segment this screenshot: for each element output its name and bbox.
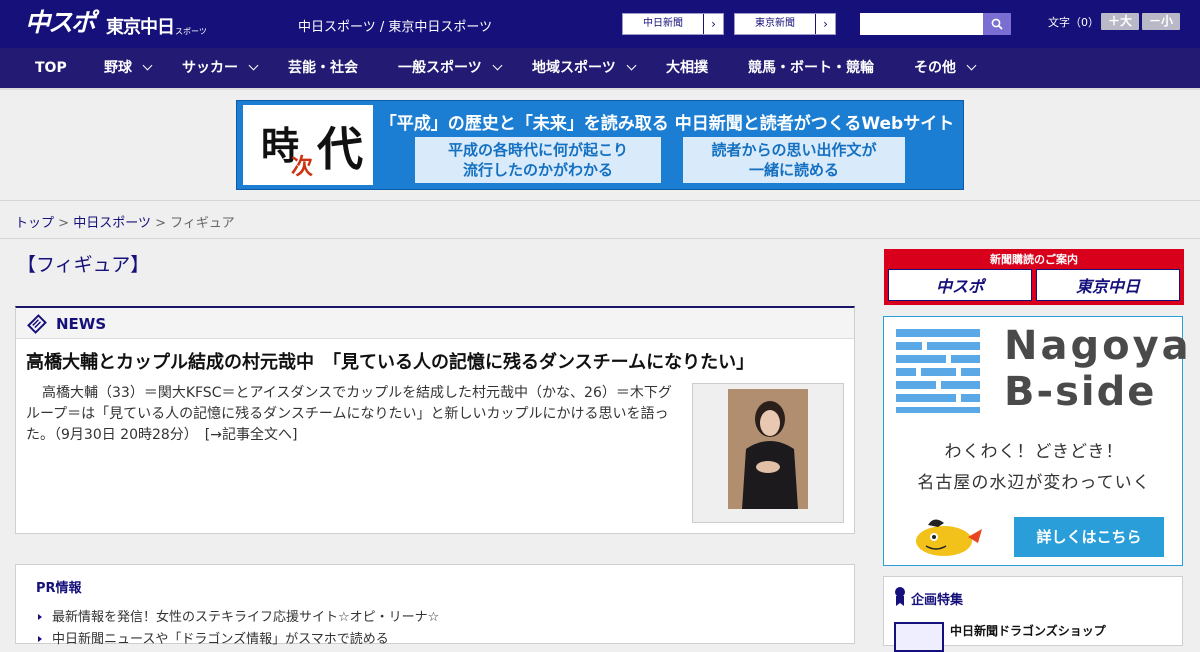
logo-tokyo-chunichi: 東京中日 xyxy=(106,17,175,38)
search-icon xyxy=(991,18,1003,30)
nav-racing-label: 競馬・ボート・競輪 xyxy=(748,60,874,76)
bside-copy-line1: わくわく！どきどき！ xyxy=(944,442,1124,462)
chevron-down-icon xyxy=(626,60,637,71)
chevron-right-icon: › xyxy=(815,14,835,34)
news-headline[interactable]: 高橋大輔とカップル結成の村元哉中 「見ている人の記憶に残るダンスチームになりたい… xyxy=(26,348,754,374)
bside-title-bside: B-side xyxy=(1004,369,1157,415)
special-features-section: 企画特集 中日新聞ドラゴンズショップ xyxy=(883,576,1183,652)
news-label: NEWS xyxy=(56,315,107,333)
nav-top-label: TOP xyxy=(35,60,67,76)
bside-copy-line2: 名古屋の水辺が変わっていく xyxy=(917,473,1151,493)
banner-box-history-line2: 流行したのかがわかる xyxy=(462,161,613,179)
nav-local-sports[interactable]: 地域スポーツ xyxy=(532,48,637,89)
search-input[interactable] xyxy=(860,13,983,35)
bside-details-button: 詳しくはこちら xyxy=(1014,517,1164,557)
subscribe-tokyo-chunichi-button[interactable]: 東京中日 xyxy=(1036,269,1180,301)
chunichi-shimbun-button[interactable]: 中日新聞 › xyxy=(622,13,724,35)
banner-box-history-line1: 平成の各時代に何が起こり xyxy=(447,141,628,159)
banner-box-essays-line2: 一緒に読める xyxy=(748,161,839,179)
nav-sumo[interactable]: 大相撲 xyxy=(666,48,708,89)
pr-section: PR情報 最新情報を発信！女性のステキライフ応援サイト☆オピ・リーナ☆ 中日新聞… xyxy=(15,564,855,647)
news-thumbnail[interactable] xyxy=(692,383,844,523)
news-section: NEWS 高橋大輔とカップル結成の村元哉中 「見ている人の記憶に残るダンスチーム… xyxy=(15,306,855,534)
nav-general-sports-label: 一般スポーツ xyxy=(398,60,482,76)
jidai-logo: 時 次 代 xyxy=(243,105,373,185)
breadcrumb-separator: > xyxy=(155,216,166,231)
chevron-right-icon: › xyxy=(703,14,723,34)
site-search xyxy=(860,13,1011,35)
chevron-down-icon xyxy=(248,60,259,71)
banner-box-history: 平成の各時代に何が起こり 流行したのかがわかる xyxy=(415,137,661,183)
bside-title-nagoya: Nagoya xyxy=(1004,323,1192,369)
nav-sumo-label: 大相撲 xyxy=(666,60,708,76)
fried-shrimp-mascot-icon xyxy=(916,519,982,556)
tokyo-shimbun-label: 東京新聞 xyxy=(755,18,795,29)
ribbon-badge-icon xyxy=(895,587,905,606)
site-header: 中スポ 東京中日 スポーツ 中日スポーツ / 東京中日スポーツ 中日新聞 › 東… xyxy=(0,0,1200,48)
jidai-char-tsugi: 次 xyxy=(291,155,314,180)
search-button[interactable] xyxy=(983,13,1011,35)
font-size-label: 文字（0） xyxy=(1048,16,1099,29)
banner-box-essays: 読者からの思い出作文が 一緒に読める xyxy=(683,137,905,183)
subscribe-chuspo-button[interactable]: 中スポ xyxy=(888,269,1032,301)
nav-entertainment[interactable]: 芸能・社会 xyxy=(288,48,358,89)
nav-others-label: その他 xyxy=(914,60,956,76)
breadcrumb-chunichi-sports[interactable]: 中日スポーツ xyxy=(73,216,151,231)
site-logo[interactable]: 中スポ 東京中日 スポーツ xyxy=(25,8,207,39)
nav-local-sports-label: 地域スポーツ xyxy=(532,60,616,76)
site-links[interactable]: 中日スポーツ / 東京中日スポーツ xyxy=(298,16,492,35)
breadcrumb-separator: > xyxy=(58,216,70,231)
breadcrumb: トップ > 中日スポーツ > フィギュア xyxy=(15,212,235,231)
nav-divider xyxy=(0,88,1200,90)
skater-photo xyxy=(728,389,808,509)
nav-soccer[interactable]: サッカー xyxy=(182,48,259,89)
person-image xyxy=(728,389,808,509)
nav-soccer-label: サッカー xyxy=(182,60,238,76)
chevron-down-icon xyxy=(142,60,153,71)
logo-sports-small: スポーツ xyxy=(175,27,207,36)
font-smaller-button[interactable]: －小 xyxy=(1142,13,1180,30)
jidai-char-dai: 代 xyxy=(317,122,363,176)
news-icon xyxy=(27,314,47,334)
nav-racing[interactable]: 競馬・ボート・競輪 xyxy=(748,48,874,89)
breadcrumb-bar: トップ > 中日スポーツ > フィギュア xyxy=(0,200,1200,239)
nav-baseball-label: 野球 xyxy=(104,60,132,76)
pr-title: PR情報 xyxy=(36,581,82,596)
tokyo-shimbun-button[interactable]: 東京新聞 › xyxy=(734,13,836,35)
special-features-label: 企画特集 xyxy=(911,593,964,608)
nav-entertainment-label: 芸能・社会 xyxy=(288,60,358,76)
jidai-banner-ad[interactable]: 時 次 代 「平成」の歴史と「未来」を読み取る 中日新聞と読者がつくるWebサイ… xyxy=(236,100,964,190)
logo-chuspo: 中スポ xyxy=(25,8,96,37)
breadcrumb-home[interactable]: トップ xyxy=(15,216,54,231)
dragons-shop-link[interactable]: 中日新聞ドラゴンズショップ xyxy=(950,622,1106,639)
nagoya-bside-ad[interactable]: Nagoya B-side わくわく！どきどき！ 名古屋の水辺が変わっていく 詳… xyxy=(883,316,1189,566)
chevron-down-icon xyxy=(492,60,503,71)
brick-wall-icon xyxy=(896,329,980,413)
page-title: 【フィギュア】 xyxy=(17,254,150,276)
chunichi-shimbun-label: 中日新聞 xyxy=(643,18,683,29)
nav-general-sports[interactable]: 一般スポーツ xyxy=(398,48,503,89)
subscription-banner: 新聞購読のご案内 中スポ 東京中日 xyxy=(884,249,1184,305)
pr-item[interactable]: 最新情報を発信！女性のステキライフ応援サイト☆オピ・リーナ☆ xyxy=(38,606,439,625)
font-larger-button[interactable]: ＋大 xyxy=(1101,13,1139,30)
news-body: 高橋大輔（33）＝関大KFSC＝とアイスダンスでカップルを結成した村元哉中（かな… xyxy=(26,385,672,443)
news-header: NEWS xyxy=(16,308,854,339)
pr-item[interactable]: 中日新聞ニュースや「ドラゴンズ情報」がスマホで読める xyxy=(38,628,389,647)
nav-baseball[interactable]: 野球 xyxy=(104,48,153,89)
chevron-down-icon xyxy=(966,60,977,71)
banner-headline: 「平成」の歴史と「未来」を読み取る 中日新聞と読者がつくるWebサイト xyxy=(379,114,955,134)
nav-others[interactable]: その他 xyxy=(914,48,977,89)
nav-top[interactable]: TOP xyxy=(35,48,67,89)
dragons-shop-thumbnail[interactable] xyxy=(894,622,944,652)
breadcrumb-current: フィギュア xyxy=(170,216,235,231)
banner-box-essays-line1: 読者からの思い出作文が xyxy=(711,141,877,159)
subscription-title: 新聞購読のご案内 xyxy=(990,253,1078,266)
main-nav: TOP 野球 サッカー 芸能・社会 一般スポーツ 地域スポーツ 大相撲 競馬・ボ… xyxy=(0,48,1200,89)
